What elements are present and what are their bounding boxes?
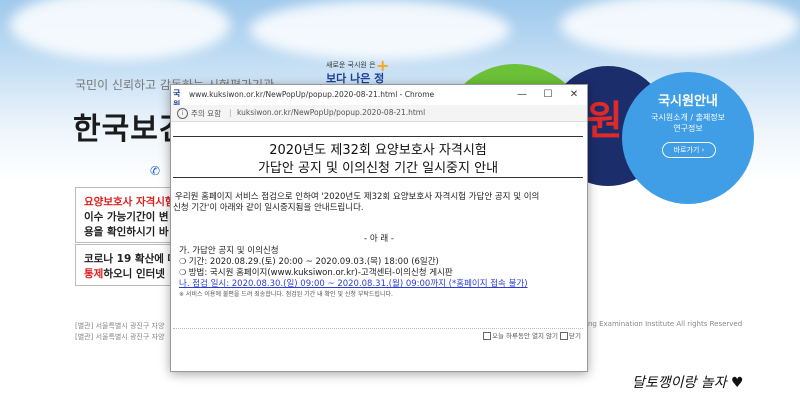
notice-line-1: 요양보호사 자격시험 [84, 196, 175, 208]
cloud-decoration [560, 0, 800, 56]
popup-titlebar[interactable]: 국원 www.kuksiwon.or.kr/NewPopUp/popup.202… [171, 85, 587, 109]
institute-info-line1: 국시원소개 / 출제정보 [650, 113, 726, 122]
maximize-button[interactable]: ☐ [535, 85, 561, 105]
dont-show-today-label[interactable]: 오늘 하루동안 열지 않기 [492, 332, 558, 340]
covid-notice-rest: 하오니 인터넷 [103, 268, 165, 280]
covid-notice-line-1: 코로나 19 확산에 따 [84, 253, 178, 265]
address-separator: | [229, 108, 232, 117]
footer-copyright: ng Examination Institute All rights Rese… [588, 320, 743, 328]
footer-address-1: [별관] 서울특별시 광진구 자양 [75, 322, 165, 330]
security-warning[interactable]: 주의 요함 [191, 108, 221, 119]
covid-notice-box[interactable]: 코로나 19 확산에 따 통제하오니 인터넷 [75, 244, 177, 286]
bullet-icon: ❍ [179, 257, 189, 266]
cloud-decoration [10, 0, 230, 60]
site-favicon-icon: 국원 [173, 89, 181, 109]
cloud-decoration [250, 0, 510, 60]
covid-notice-line-2: 통제하오니 인터넷 [84, 266, 165, 281]
close-checkbox[interactable] [560, 332, 569, 340]
apology-note: ※ 서비스 이용에 불편을 드려 죄송합니다. 점검된 기간 내 확인 및 신청… [179, 291, 393, 298]
maintenance-link[interactable]: 나. 점검 일시: 2020.08.30.(일) 09:00 ~ 2020.08… [179, 277, 528, 289]
intro-line-2: 신청 기간'이 아래와 같이 일시중지됨을 안내드립니다. [173, 203, 364, 213]
popup-window-title: www.kuksiwon.or.kr/NewPopUp/popup.2020-0… [189, 90, 435, 99]
plus-icon: + [376, 56, 390, 75]
banner-big-letter: 원 [586, 97, 623, 144]
close-button[interactable]: ✕ [561, 85, 587, 105]
notice-line-3: 용을 확인하시기 바 [84, 226, 169, 238]
content-divider [173, 328, 583, 329]
address-url[interactable]: kuksiwon.or.kr/NewPopUp/popup.2020-08-21… [237, 108, 425, 117]
institute-info-circle[interactable]: 국시원안내 국시원소개 / 출제정보 연구정보 바로가기 › [622, 72, 754, 204]
notice-heading: 2020년도 제32회 요양보호사 자격시험 가답안 공지 및 이의신청 기간 … [173, 136, 583, 178]
bullet-icon: ❍ [179, 268, 189, 277]
footer-address-2: [별관] 서울특별시 광진구 자양 [75, 333, 165, 341]
heading-line-2: 가답안 공지 및 이의신청 기간 일시중지 안내 [257, 161, 499, 176]
notice-line-2: 이수 가능기간이 변 [84, 211, 169, 223]
shortcut-button[interactable]: 바로가기 › [662, 142, 716, 158]
address-bar[interactable]: i 주의 요함 | kuksiwon.or.kr/NewPopUp/popup.… [171, 105, 587, 122]
heading-line-1: 2020년도 제32회 요양보호사 자격시험 [269, 143, 487, 158]
notice-box[interactable]: 요양보호사 자격시험 이수 가능기간이 변 용을 확인하시기 바 [75, 187, 177, 243]
institute-info-line2: 연구정보 [673, 124, 703, 133]
dont-show-today-checkbox[interactable] [482, 332, 491, 340]
popup-footer-options: 오늘 하루동안 열지 않기 닫기 [482, 330, 581, 340]
close-label[interactable]: 닫기 [569, 332, 581, 340]
info-icon[interactable]: i [177, 108, 188, 119]
below-label: - 아 래 - [364, 234, 394, 244]
signature-watermark: 달토깽이랑 놀자 ♥ [632, 375, 744, 391]
popup-content: 2020년도 제32회 요양보호사 자격시험 가답안 공지 및 이의신청 기간 … [171, 122, 587, 371]
popup-window[interactable]: 국원 www.kuksiwon.or.kr/NewPopUp/popup.202… [170, 84, 588, 372]
institute-info-title: 국시원안내 [658, 94, 718, 109]
minimize-button[interactable]: — [509, 85, 535, 105]
banner-logo-top: 새로운 국시원 은 [326, 61, 376, 69]
phone-icon: ✆ [150, 164, 161, 178]
covid-notice-highlight: 통제 [84, 268, 104, 280]
